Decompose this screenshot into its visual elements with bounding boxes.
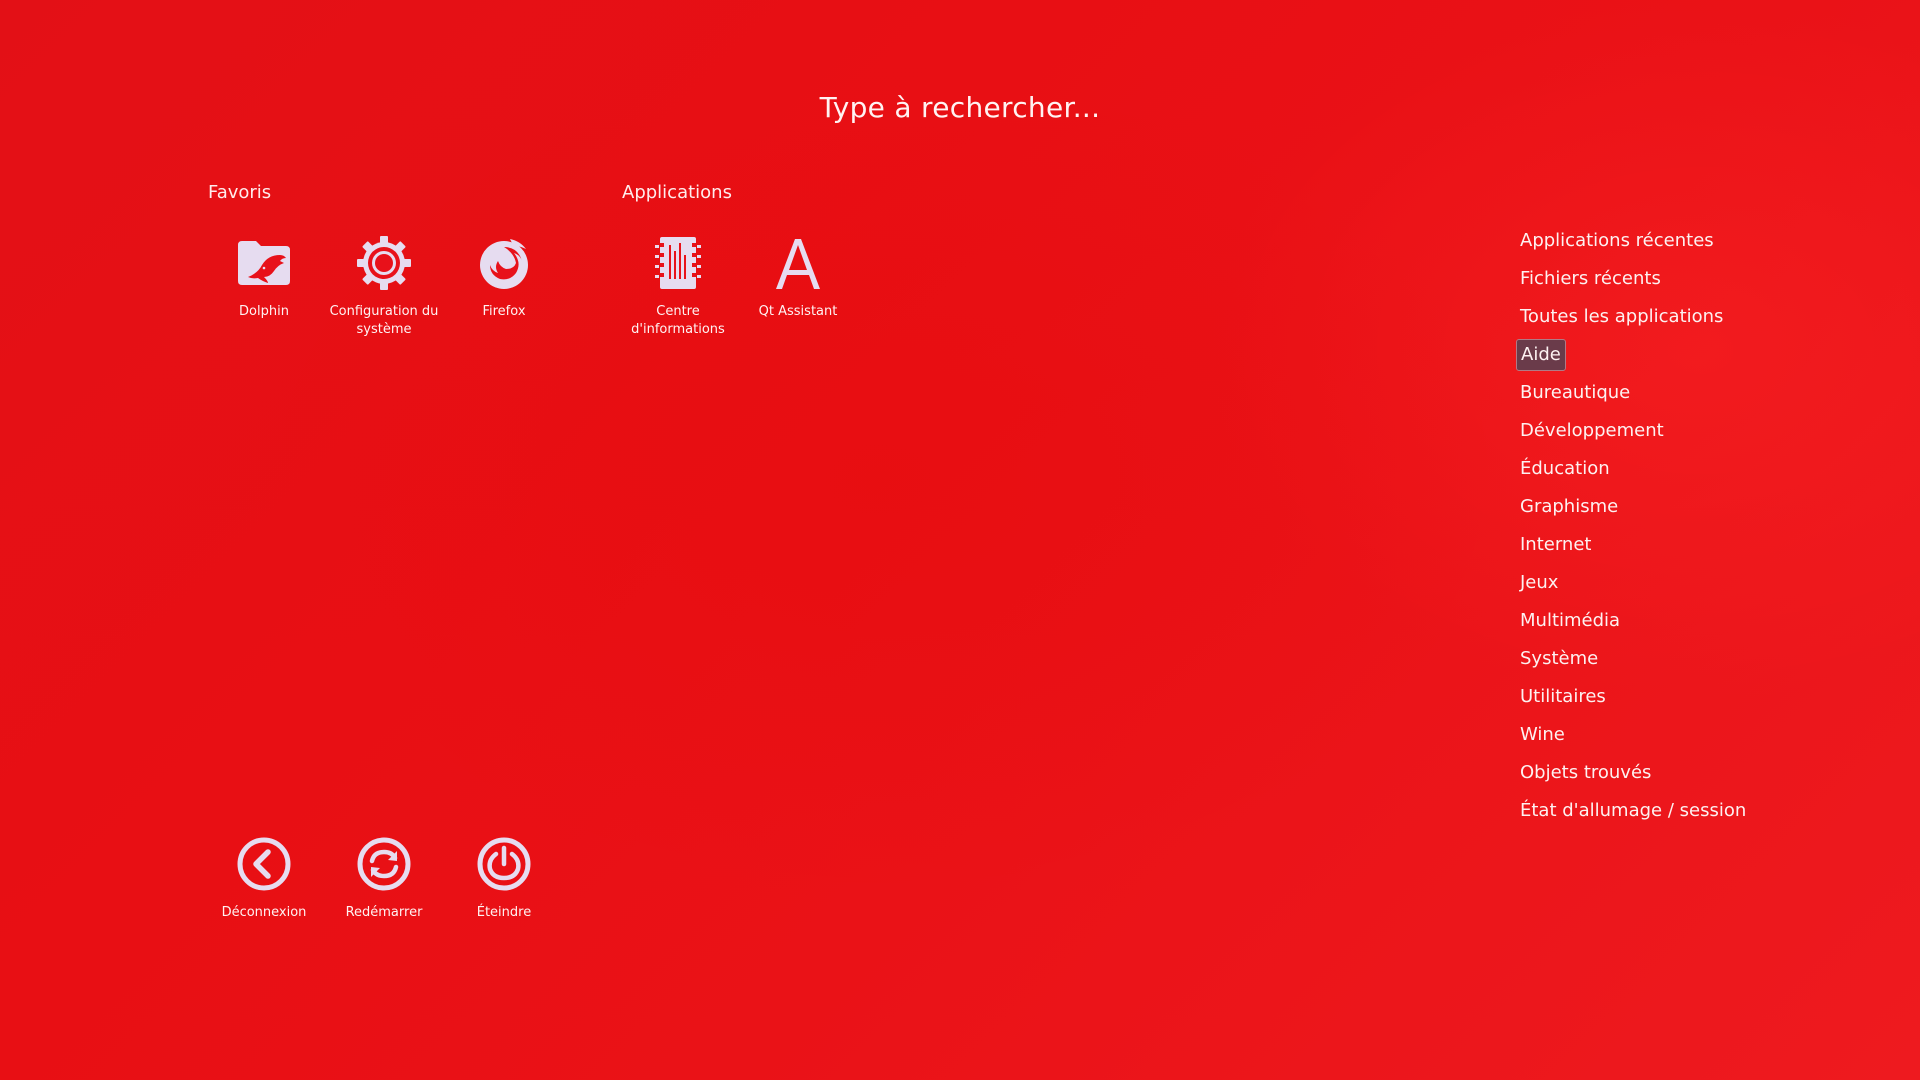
- app-info-center[interactable]: Centre d'informations: [618, 233, 738, 339]
- favorite-label: Firefox: [482, 304, 526, 319]
- category-system[interactable]: Système: [1512, 643, 1754, 681]
- category-label: Applications récentes: [1520, 230, 1714, 251]
- logout-button[interactable]: Déconnexion: [204, 834, 324, 922]
- category-power-session[interactable]: État d'allumage / session: [1512, 795, 1754, 833]
- qt-assistant-icon: [776, 239, 820, 289]
- category-label: Fichiers récents: [1520, 268, 1661, 289]
- category-utilities[interactable]: Utilitaires: [1512, 681, 1754, 719]
- category-label: Toutes les applications: [1520, 306, 1724, 327]
- info-center-icon: [655, 237, 701, 289]
- category-label: Bureautique: [1520, 382, 1631, 403]
- category-recent-applications[interactable]: Applications récentes: [1512, 225, 1754, 263]
- category-office[interactable]: Bureautique: [1512, 377, 1754, 415]
- session-label: Éteindre: [476, 905, 532, 920]
- category-list: Applications récentes Fichiers récents T…: [1512, 225, 1754, 833]
- favorites-title: Favoris: [208, 182, 272, 203]
- app-label: Centre d'informations: [631, 304, 725, 337]
- restart-icon: [357, 837, 411, 891]
- category-wine[interactable]: Wine: [1512, 719, 1754, 757]
- favorite-dolphin[interactable]: Dolphin: [204, 233, 324, 321]
- category-label: Internet: [1520, 534, 1592, 555]
- category-lost-and-found[interactable]: Objets trouvés: [1512, 757, 1754, 795]
- category-internet[interactable]: Internet: [1512, 529, 1754, 567]
- favorite-firefox[interactable]: Firefox: [444, 233, 564, 321]
- category-development[interactable]: Développement: [1512, 415, 1754, 453]
- category-label: Système: [1520, 648, 1599, 669]
- category-all-applications[interactable]: Toutes les applications: [1512, 301, 1754, 339]
- category-help[interactable]: Aide: [1512, 339, 1754, 377]
- favorite-label: Dolphin: [239, 304, 289, 319]
- power-icon: [477, 837, 531, 891]
- category-label: État d'allumage / session: [1520, 800, 1747, 821]
- restart-button[interactable]: Redémarrer: [324, 834, 444, 922]
- category-recent-files[interactable]: Fichiers récents: [1512, 263, 1754, 301]
- dolphin-folder-icon: [238, 241, 290, 285]
- category-education[interactable]: Éducation: [1512, 453, 1754, 491]
- firefox-icon: [480, 239, 528, 289]
- category-label: Jeux: [1520, 572, 1559, 593]
- category-label: Wine: [1520, 724, 1565, 745]
- logout-icon: [237, 837, 291, 891]
- shutdown-button[interactable]: Éteindre: [444, 834, 564, 922]
- category-label: Multimédia: [1520, 610, 1621, 631]
- app-qt-assistant[interactable]: Qt Assistant: [738, 233, 858, 321]
- applications-title: Applications: [622, 182, 732, 203]
- category-multimedia[interactable]: Multimédia: [1512, 605, 1754, 643]
- session-label: Redémarrer: [345, 905, 423, 920]
- gear-icon: [357, 236, 411, 290]
- app-label: Qt Assistant: [758, 304, 838, 319]
- category-games[interactable]: Jeux: [1512, 567, 1754, 605]
- category-label: Aide: [1516, 339, 1566, 371]
- category-label: Graphisme: [1520, 496, 1619, 517]
- category-label: Développement: [1520, 420, 1664, 441]
- favorite-system-settings[interactable]: Configuration du système: [324, 233, 444, 339]
- category-label: Éducation: [1520, 458, 1610, 479]
- search-prompt[interactable]: Type à rechercher...: [0, 88, 1920, 128]
- category-label: Objets trouvés: [1520, 762, 1652, 783]
- session-label: Déconnexion: [221, 905, 307, 920]
- category-graphics[interactable]: Graphisme: [1512, 491, 1754, 529]
- category-label: Utilitaires: [1520, 686, 1606, 707]
- favorite-label: Configuration du système: [329, 304, 439, 337]
